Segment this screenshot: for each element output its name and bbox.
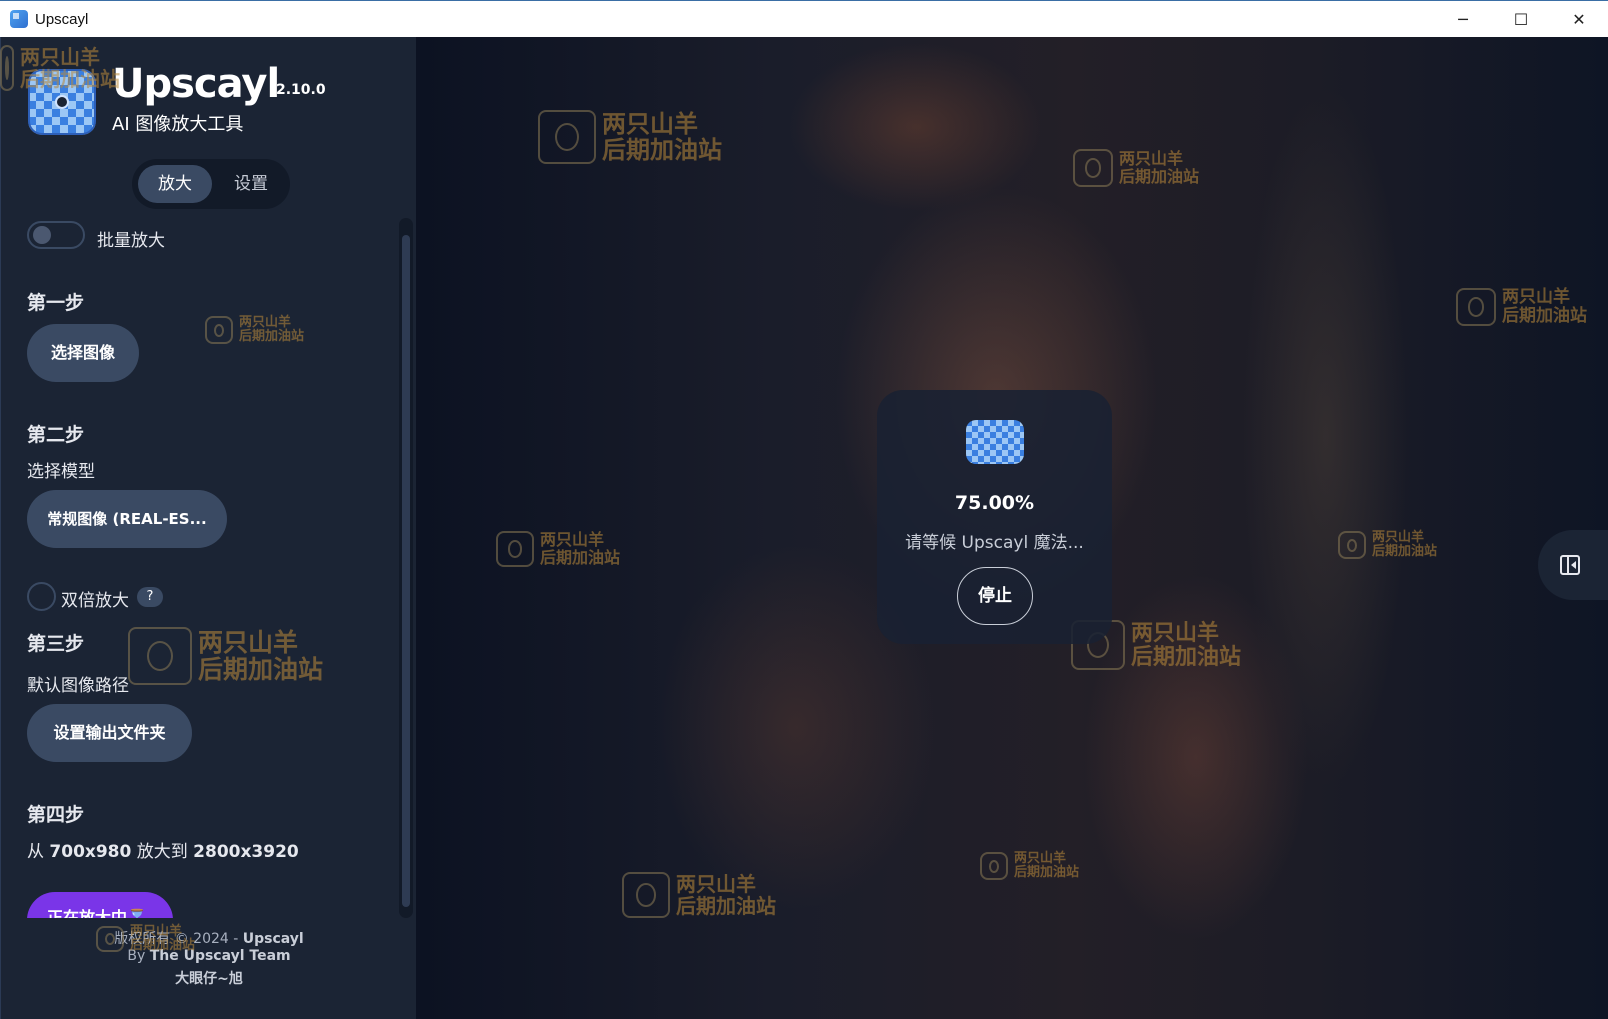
- camera-icon: [496, 531, 534, 567]
- window-title: Upscayl: [35, 10, 89, 28]
- footer-copyright: 版权所有 © 2024 - Upscayl: [1, 928, 417, 948]
- footer-team: By The Upscayl Team: [1, 948, 417, 964]
- sidebar-collapse-icon: [1560, 555, 1580, 575]
- window-controls: ─ ☐ ✕: [1434, 1, 1608, 37]
- camera-icon: [205, 316, 233, 345]
- batch-upscale-toggle[interactable]: [27, 221, 85, 249]
- tab-settings[interactable]: 设置: [216, 165, 286, 203]
- stop-button[interactable]: 停止: [957, 567, 1033, 625]
- maximize-button[interactable]: ☐: [1492, 1, 1550, 37]
- watermark: 两只山羊 后期加油站: [1338, 530, 1437, 560]
- step1-title: 第一步: [27, 292, 85, 314]
- camera-icon: [1456, 288, 1496, 326]
- watermark: 两只山羊 后期加油站: [205, 315, 304, 345]
- image-preview-area: 两只山羊 后期加油站 两只山羊 后期加油站 两只山羊 后期加油站 两只山羊 后期加油站 …: [416, 37, 1608, 1019]
- scale-info: 从 700x980 放大到 2800x3920: [27, 837, 299, 862]
- double-upscale-checkbox[interactable]: [27, 582, 56, 611]
- scale-from-label: 从: [27, 842, 44, 862]
- camera-icon: [128, 627, 192, 685]
- camera-icon: [538, 110, 596, 164]
- step4-title: 第四步: [27, 804, 85, 826]
- progress-percent: 75.00%: [954, 492, 1035, 514]
- footer-credit: 大眼仔~旭: [1, 968, 417, 988]
- step2-title: 第二步: [27, 424, 85, 446]
- tab-upscale[interactable]: 放大: [138, 165, 212, 203]
- step3-subtitle: 默认图像路径: [27, 676, 129, 696]
- app-name: Upscayl: [112, 61, 280, 107]
- watermark: 两只山羊 后期加油站: [622, 872, 776, 918]
- progress-message: 请等候 Upscayl 魔法...: [905, 533, 1084, 553]
- progress-card: 75.00% 请等候 Upscayl 魔法... 停止: [877, 390, 1112, 644]
- upscayl-logo-icon: [966, 420, 1024, 464]
- batch-upscale-label: 批量放大: [97, 231, 165, 251]
- watermark: 两只山羊 后期加油站: [496, 531, 620, 567]
- toggle-sidebar-button[interactable]: [1538, 530, 1608, 600]
- app-icon: [10, 10, 28, 28]
- watermark: 两只山羊 后期加油站: [128, 627, 323, 685]
- select-model-button[interactable]: 常规图像 (REAL-ES...: [27, 490, 227, 548]
- sidebar-scrollbar-thumb[interactable]: [402, 235, 410, 907]
- camera-icon: [96, 926, 124, 953]
- camera-icon: [622, 872, 670, 918]
- tab-bar: 放大 设置: [132, 159, 290, 209]
- footer-brand[interactable]: Upscayl: [243, 931, 304, 947]
- watermark: 两只山羊 后期加油站: [1456, 288, 1587, 326]
- scale-to-label: 放大到: [136, 842, 188, 862]
- camera-icon: [1073, 149, 1113, 187]
- watermark: 两只山羊 后期加油站: [1073, 149, 1199, 187]
- help-icon[interactable]: ?: [137, 587, 163, 607]
- watermark: 两只山羊 后期加油站: [538, 110, 722, 164]
- step3-title: 第三步: [27, 633, 85, 655]
- watermark: 两只山羊 后期加油站: [0, 45, 120, 91]
- scale-to-size: 2800x3920: [193, 842, 299, 862]
- step2-subtitle: 选择模型: [27, 462, 95, 482]
- app-subtitle: AI 图像放大工具: [112, 114, 244, 135]
- watermark: 两只山羊 后期加油站: [96, 924, 195, 954]
- close-button[interactable]: ✕: [1550, 1, 1608, 37]
- credit-text: 大眼仔~旭: [175, 971, 243, 987]
- camera-icon: [0, 45, 14, 91]
- title-bar: Upscayl ─ ☐ ✕: [0, 0, 1608, 37]
- app-version: 2.10.0: [276, 82, 326, 98]
- camera-icon: [980, 852, 1008, 881]
- minimize-button[interactable]: ─: [1434, 1, 1492, 37]
- double-upscale-label: 双倍放大: [61, 591, 129, 611]
- sidebar: Upscayl 2.10.0 AI 图像放大工具 放大 设置 批量放大 第一步 …: [0, 37, 416, 1019]
- camera-icon: [1338, 531, 1366, 560]
- select-image-button[interactable]: 选择图像: [27, 324, 139, 382]
- set-output-folder-button[interactable]: 设置输出文件夹: [27, 704, 192, 762]
- watermark: 两只山羊 后期加油站: [980, 851, 1079, 881]
- scale-from-size: 700x980: [49, 842, 132, 862]
